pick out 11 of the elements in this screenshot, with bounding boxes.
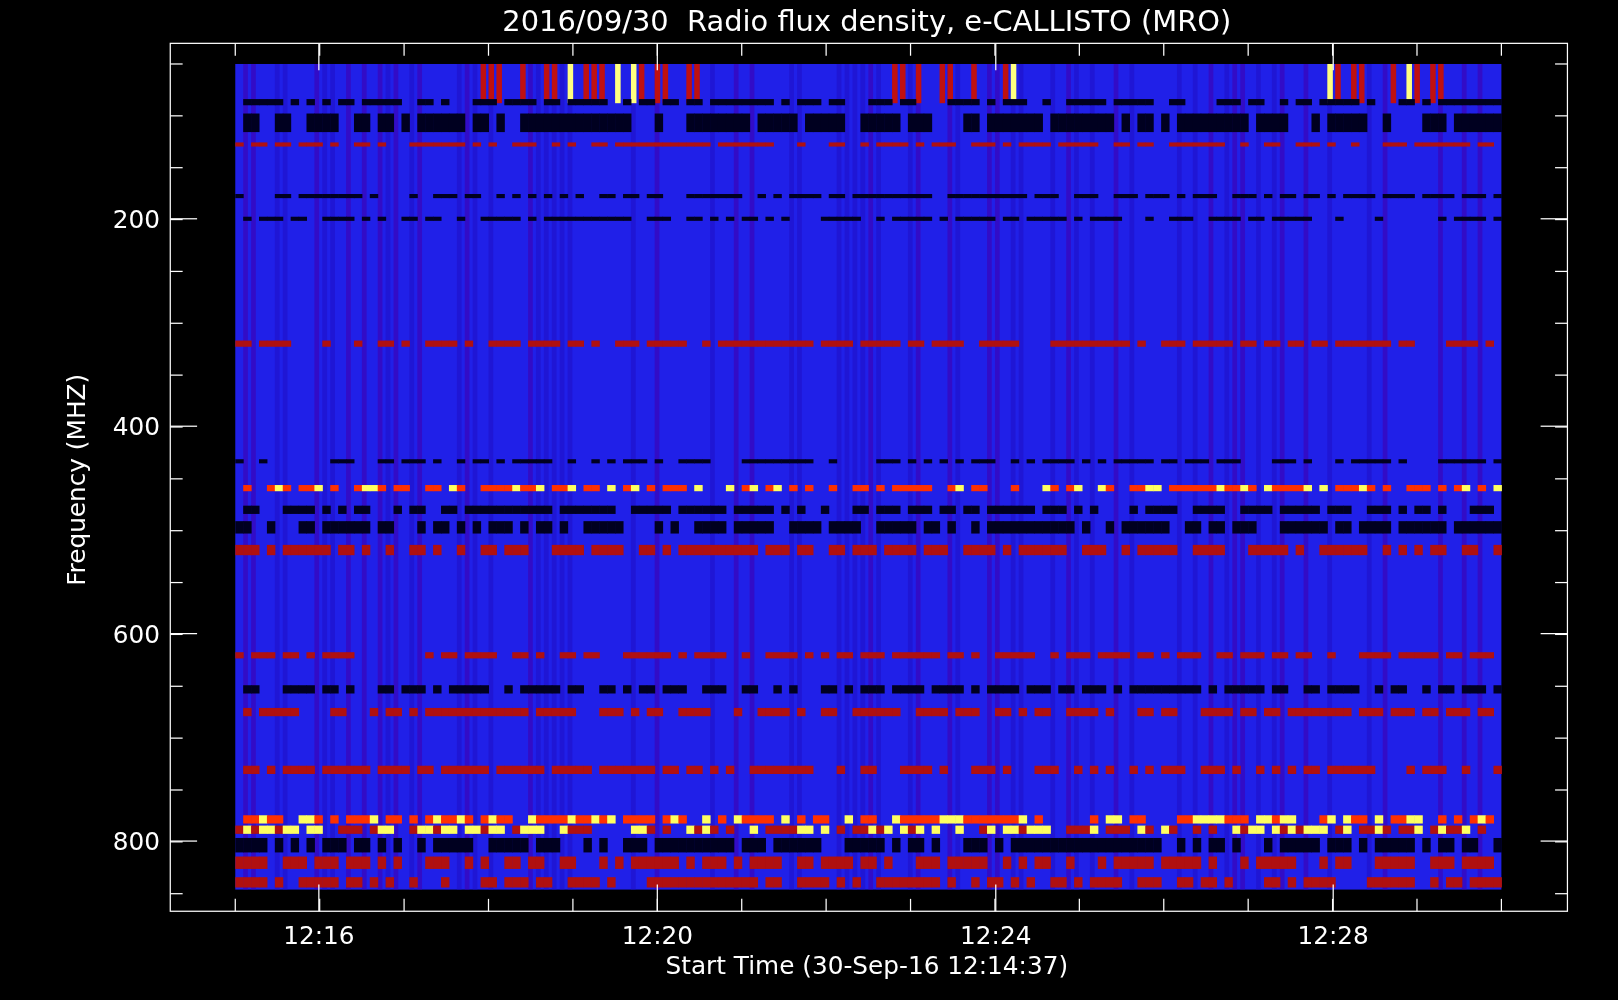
axis-title: Frequency (MHZ) [61,373,91,586]
axis-tick-label: 800 [112,827,160,857]
axis-title: Start Time (30-Sep-16 12:14:37) [665,951,1069,981]
axis-tick-label: 12:24 [960,921,1032,951]
chart-title: 2016/09/30 Radio flux density, e-CALLISTO (MRO) [502,3,1232,38]
axis-tick-label: 200 [112,205,160,235]
axis-tick-label: 12:16 [283,921,355,951]
axis-tick-label: 600 [112,619,160,649]
axis-tick-label: 12:20 [621,921,693,951]
axis-tick-label: 12:28 [1297,921,1369,951]
axis-tick-label: 400 [112,412,160,442]
